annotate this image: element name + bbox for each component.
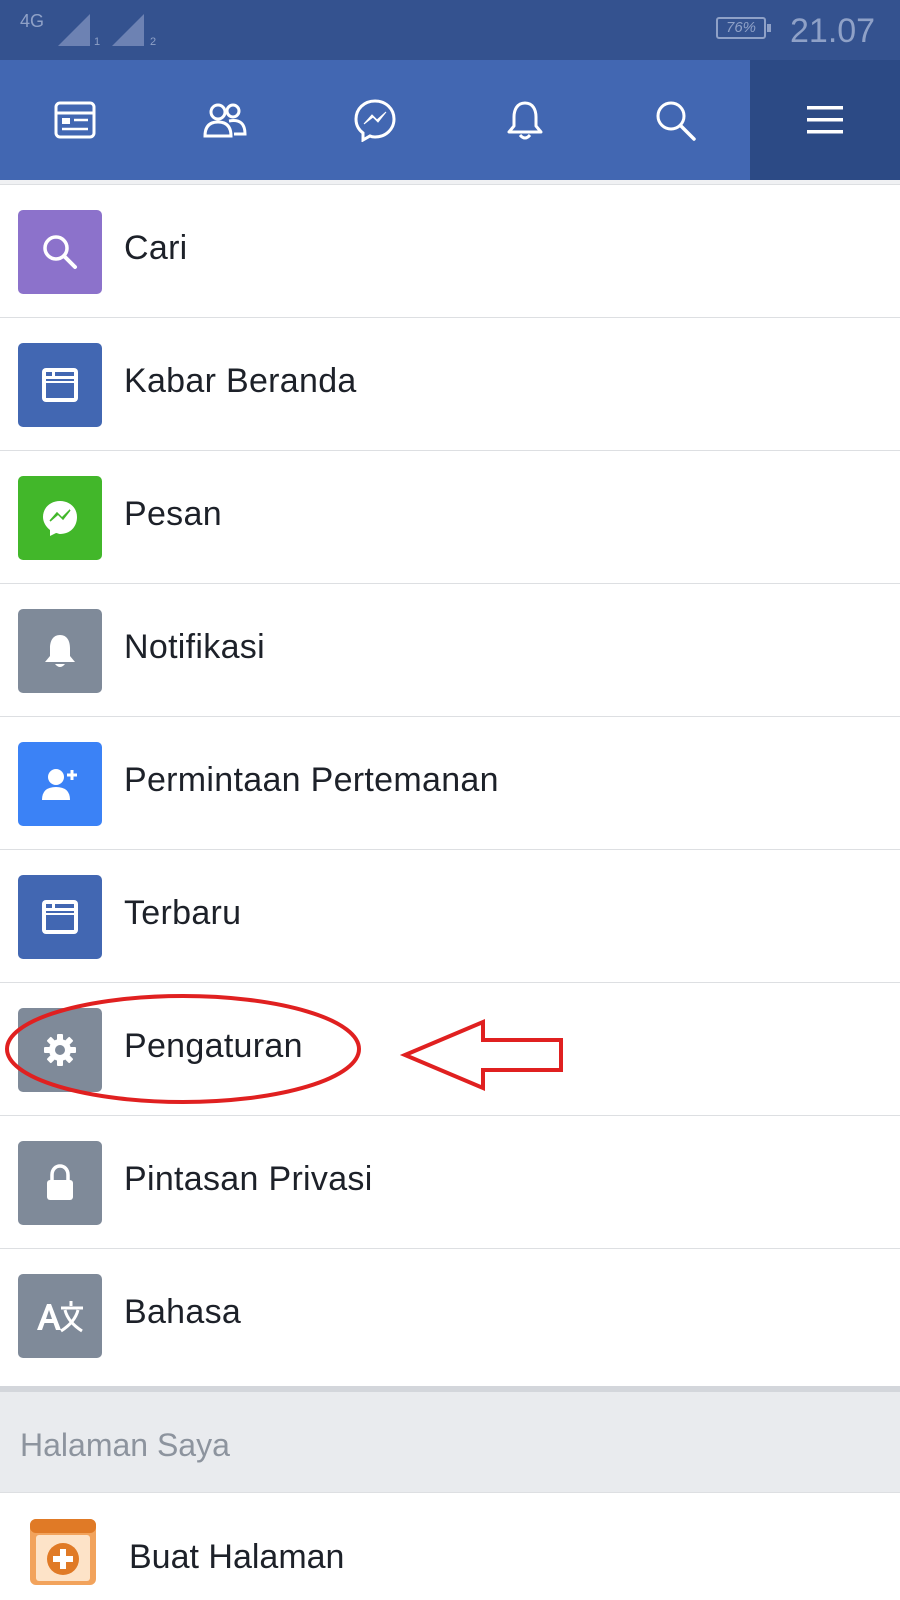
clock: 21.07 — [790, 12, 876, 50]
translate-icon — [37, 1301, 83, 1333]
menu-icon-tile — [18, 1274, 102, 1358]
sim2-label: 2 — [150, 36, 157, 48]
menu-item-notifications[interactable]: Notifikasi — [0, 584, 900, 717]
create-page-label: Buat Halaman — [129, 1538, 345, 1576]
menu-item-search[interactable]: Cari — [0, 185, 900, 318]
search-icon — [656, 101, 696, 141]
tab-news-feed[interactable] — [0, 60, 150, 180]
news-feed-icon — [54, 101, 96, 139]
menu-item-label: Kabar Beranda — [124, 362, 357, 400]
menu-item-label: Bahasa — [124, 1293, 242, 1331]
section-header-my-pages: Halaman Saya — [0, 1392, 900, 1493]
gear-icon — [44, 1034, 76, 1066]
tab-menu[interactable] — [750, 60, 900, 180]
menu-item-label: Notifikasi — [124, 628, 265, 666]
add-friend-icon — [42, 769, 77, 800]
bell-icon — [507, 101, 543, 140]
status-bar: 4G 1 2 76% 21.07 — [0, 0, 900, 60]
friends-icon — [203, 103, 247, 138]
menu-item-messages[interactable]: Pesan — [0, 451, 900, 584]
menu-icon-tile — [18, 609, 102, 693]
menu-list: Cari Kabar Beranda Pesan Notifikasi Perm… — [0, 185, 900, 1382]
lock-icon — [47, 1164, 73, 1200]
menu-icon-tile — [18, 210, 102, 294]
menu-item-language[interactable]: Bahasa — [0, 1249, 900, 1382]
menu-item-news-feed[interactable]: Kabar Beranda — [0, 318, 900, 451]
tab-friends[interactable] — [150, 60, 300, 180]
menu-item-label: Pengaturan — [124, 1027, 303, 1065]
menu-item-label: Pintasan Privasi — [124, 1160, 373, 1198]
menu-icon — [807, 106, 843, 134]
messenger-icon — [354, 99, 396, 142]
bell-icon — [45, 635, 75, 667]
menu-item-label: Permintaan Pertemanan — [124, 761, 499, 799]
menu-icon-tile — [18, 742, 102, 826]
tab-messenger[interactable] — [300, 60, 450, 180]
top-nav-bar — [0, 60, 900, 180]
menu-item-label: Cari — [124, 229, 188, 267]
menu-icon-tile — [18, 875, 102, 959]
news-feed-icon — [42, 368, 78, 402]
news-feed-icon — [42, 900, 78, 934]
tab-search[interactable] — [600, 60, 750, 180]
menu-item-privacy-shortcuts[interactable]: Pintasan Privasi — [0, 1116, 900, 1249]
messenger-icon — [43, 501, 77, 536]
menu-item-label: Terbaru — [124, 894, 242, 932]
menu-item-settings[interactable]: Pengaturan — [0, 983, 900, 1116]
menu-icon-tile — [18, 1008, 102, 1092]
signal-sim2-icon — [112, 14, 144, 46]
signal-sim1-icon — [58, 14, 90, 46]
tab-notifications[interactable] — [450, 60, 600, 180]
create-page-icon — [30, 1519, 96, 1585]
network-type: 4G — [20, 11, 45, 31]
section-title: Halaman Saya — [20, 1427, 230, 1463]
battery-indicator: 76% — [716, 17, 771, 39]
menu-icon-tile — [18, 343, 102, 427]
menu-item-friend-requests[interactable]: Permintaan Pertemanan — [0, 717, 900, 850]
menu-item-label: Pesan — [124, 495, 222, 533]
menu-icon-tile — [18, 1141, 102, 1225]
menu-icon-tile — [18, 476, 102, 560]
menu-item-most-recent[interactable]: Terbaru — [0, 850, 900, 983]
sim1-label: 1 — [94, 36, 101, 48]
create-page-button[interactable]: Buat Halaman — [0, 1493, 900, 1600]
search-icon — [43, 235, 77, 269]
